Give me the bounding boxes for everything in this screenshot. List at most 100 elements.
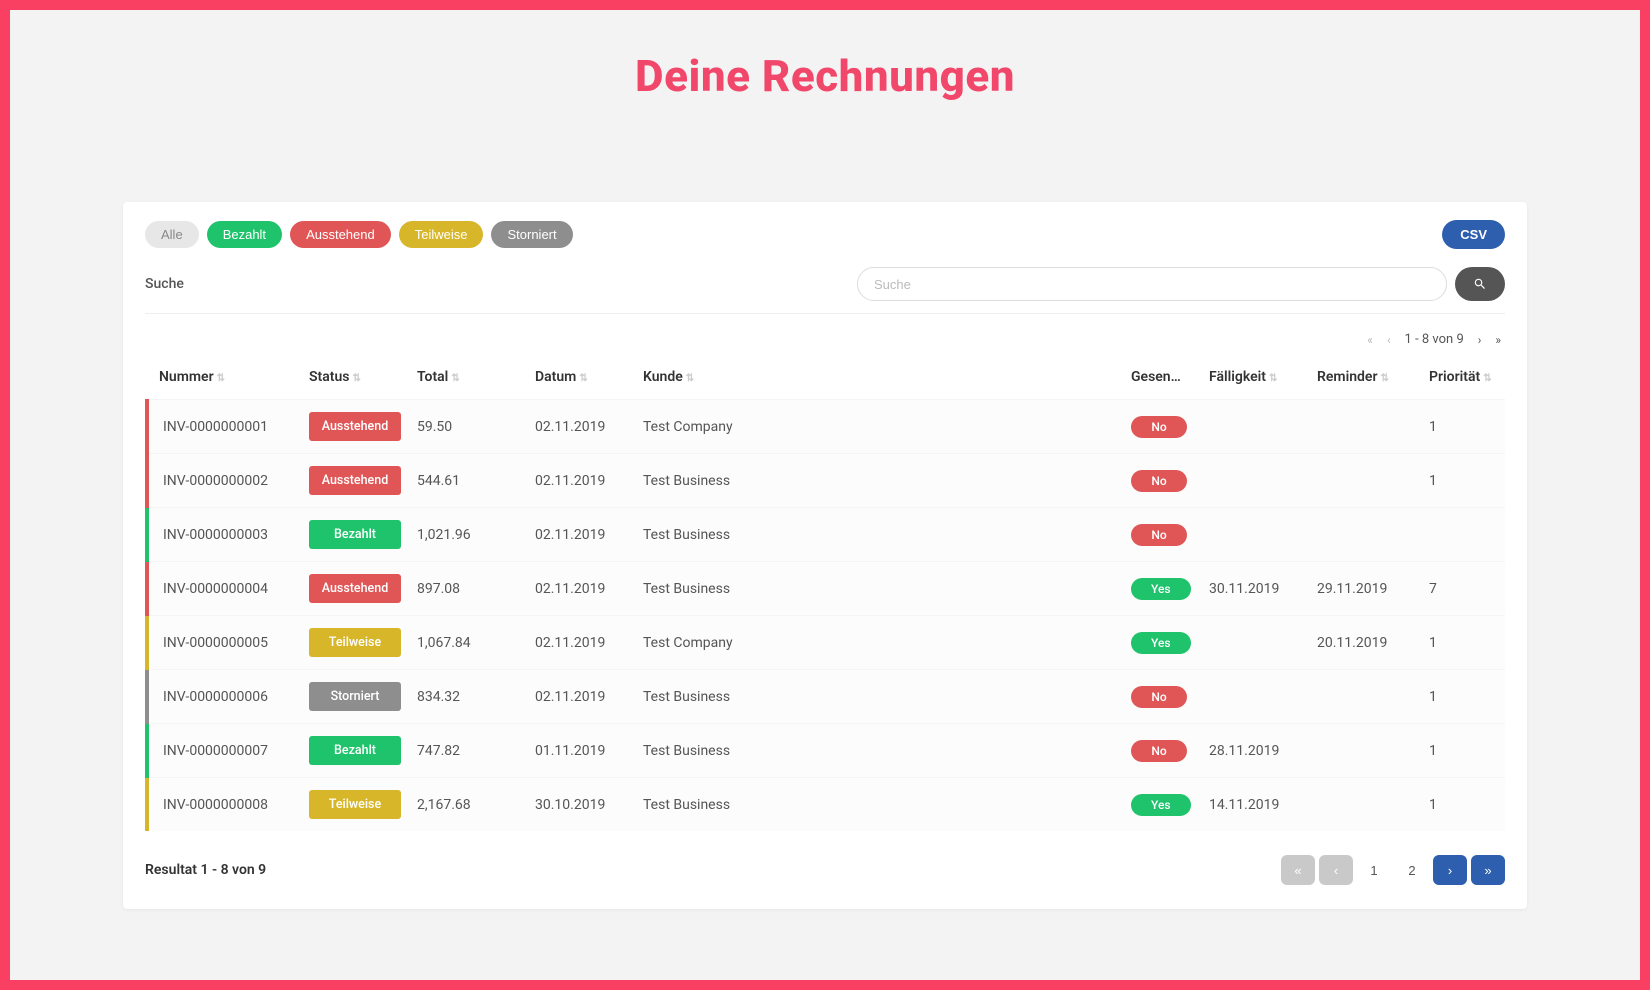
cell-status: Ausstehend <box>297 562 405 616</box>
page-title: Deine Rechnungen <box>10 50 1640 102</box>
cell-datum: 02.11.2019 <box>523 616 631 670</box>
cell-nummer: INV-0000000002 <box>147 454 297 508</box>
filter-bezahlt[interactable]: Bezahlt <box>207 221 282 248</box>
cell-faelligkeit <box>1197 508 1305 562</box>
cell-nummer: INV-0000000001 <box>147 400 297 454</box>
cell-datum: 02.11.2019 <box>523 562 631 616</box>
cell-reminder <box>1305 724 1417 778</box>
search-label: Suche <box>145 276 184 292</box>
cell-datum: 02.11.2019 <box>523 400 631 454</box>
col-gesendet[interactable]: Gesen… <box>1119 359 1197 400</box>
sent-badge: No <box>1131 686 1187 708</box>
cell-prioritaet: 1 <box>1417 616 1505 670</box>
filter-teilweise[interactable]: Teilweise <box>399 221 484 248</box>
table-row[interactable]: INV-0000000004Ausstehend897.0802.11.2019… <box>147 562 1505 616</box>
sort-icon: ⇅ <box>1381 373 1389 384</box>
col-reminder[interactable]: Reminder⇅ <box>1305 359 1417 400</box>
search-input[interactable] <box>857 267 1447 301</box>
pager-page-2[interactable]: 2 <box>1395 855 1429 885</box>
cell-faelligkeit <box>1197 616 1305 670</box>
status-badge: Storniert <box>309 682 401 711</box>
sent-badge: No <box>1131 416 1187 438</box>
sent-badge: Yes <box>1131 578 1191 600</box>
table-row[interactable]: INV-0000000007Bezahlt747.8201.11.2019Tes… <box>147 724 1505 778</box>
col-faelligkeit[interactable]: Fälligkeit⇅ <box>1197 359 1305 400</box>
pager-first-button[interactable]: « <box>1281 855 1315 885</box>
status-filter-group: Alle Bezahlt Ausstehend Teilweise Storniert <box>145 221 573 248</box>
cell-gesendet: No <box>1119 400 1197 454</box>
cell-total: 1,067.84 <box>405 616 523 670</box>
cell-status: Teilweise <box>297 778 405 832</box>
cell-kunde: Test Business <box>631 670 1119 724</box>
sent-badge: Yes <box>1131 794 1191 816</box>
sort-icon: ⇅ <box>217 373 225 384</box>
filter-alle[interactable]: Alle <box>145 221 199 248</box>
table-row[interactable]: INV-0000000006Storniert834.3202.11.2019T… <box>147 670 1505 724</box>
status-badge: Teilweise <box>309 628 401 657</box>
cell-faelligkeit: 28.11.2019 <box>1197 724 1305 778</box>
pager-next-icon[interactable]: › <box>1478 333 1482 347</box>
pager-first-icon[interactable]: « <box>1367 333 1373 347</box>
pager-prev-button[interactable]: ‹ <box>1319 855 1353 885</box>
cell-kunde: Test Company <box>631 400 1119 454</box>
table-row[interactable]: INV-0000000002Ausstehend544.6102.11.2019… <box>147 454 1505 508</box>
col-kunde[interactable]: Kunde⇅ <box>631 359 1119 400</box>
status-badge: Teilweise <box>309 790 401 819</box>
table-row[interactable]: INV-0000000008Teilweise2,167.6830.10.201… <box>147 778 1505 832</box>
pager-last-button[interactable]: » <box>1471 855 1505 885</box>
invoices-table: Nummer⇅ Status⇅ Total⇅ Datum⇅ Kunde⇅ Ges… <box>145 359 1505 831</box>
export-csv-button[interactable]: CSV <box>1442 220 1505 249</box>
cell-gesendet: Yes <box>1119 778 1197 832</box>
table-row[interactable]: INV-0000000003Bezahlt1,021.9602.11.2019T… <box>147 508 1505 562</box>
cell-nummer: INV-0000000003 <box>147 508 297 562</box>
sort-icon: ⇅ <box>1483 373 1491 384</box>
cell-prioritaet: 1 <box>1417 670 1505 724</box>
cell-status: Bezahlt <box>297 508 405 562</box>
cell-gesendet: No <box>1119 454 1197 508</box>
cell-gesendet: No <box>1119 670 1197 724</box>
cell-kunde: Test Company <box>631 616 1119 670</box>
pager-last-icon[interactable]: » <box>1495 333 1501 347</box>
col-prioritaet[interactable]: Priorität⇅ <box>1417 359 1505 400</box>
pager-bottom: « ‹ 1 2 › » <box>1281 855 1505 885</box>
result-summary: Resultat 1 - 8 von 9 <box>145 862 266 878</box>
sort-icon: ⇅ <box>579 373 587 384</box>
col-status[interactable]: Status⇅ <box>297 359 405 400</box>
sent-badge: No <box>1131 470 1187 492</box>
cell-prioritaet <box>1417 508 1505 562</box>
cell-faelligkeit: 14.11.2019 <box>1197 778 1305 832</box>
cell-reminder: 29.11.2019 <box>1305 562 1417 616</box>
table-row[interactable]: INV-0000000005Teilweise1,067.8402.11.201… <box>147 616 1505 670</box>
cell-prioritaet: 1 <box>1417 454 1505 508</box>
cell-status: Bezahlt <box>297 724 405 778</box>
col-datum[interactable]: Datum⇅ <box>523 359 631 400</box>
search-button[interactable] <box>1455 267 1505 301</box>
cell-datum: 30.10.2019 <box>523 778 631 832</box>
sort-icon: ⇅ <box>451 373 459 384</box>
sent-badge: Yes <box>1131 632 1191 654</box>
cell-total: 747.82 <box>405 724 523 778</box>
pager-prev-icon[interactable]: ‹ <box>1387 333 1391 347</box>
filter-storniert[interactable]: Storniert <box>491 221 572 248</box>
cell-reminder <box>1305 778 1417 832</box>
cell-status: Ausstehend <box>297 454 405 508</box>
table-row[interactable]: INV-0000000001Ausstehend59.5002.11.2019T… <box>147 400 1505 454</box>
cell-kunde: Test Business <box>631 724 1119 778</box>
pager-next-button[interactable]: › <box>1433 855 1467 885</box>
cell-gesendet: No <box>1119 724 1197 778</box>
sort-icon: ⇅ <box>686 373 694 384</box>
cell-datum: 02.11.2019 <box>523 508 631 562</box>
col-nummer[interactable]: Nummer⇅ <box>147 359 297 400</box>
pager-page-current[interactable]: 1 <box>1357 855 1391 885</box>
cell-prioritaet: 7 <box>1417 562 1505 616</box>
cell-total: 834.32 <box>405 670 523 724</box>
col-total[interactable]: Total⇅ <box>405 359 523 400</box>
cell-datum: 02.11.2019 <box>523 670 631 724</box>
cell-datum: 01.11.2019 <box>523 724 631 778</box>
cell-gesendet: No <box>1119 508 1197 562</box>
cell-faelligkeit: 30.11.2019 <box>1197 562 1305 616</box>
cell-kunde: Test Business <box>631 562 1119 616</box>
cell-faelligkeit <box>1197 454 1305 508</box>
cell-total: 544.61 <box>405 454 523 508</box>
filter-ausstehend[interactable]: Ausstehend <box>290 221 391 248</box>
